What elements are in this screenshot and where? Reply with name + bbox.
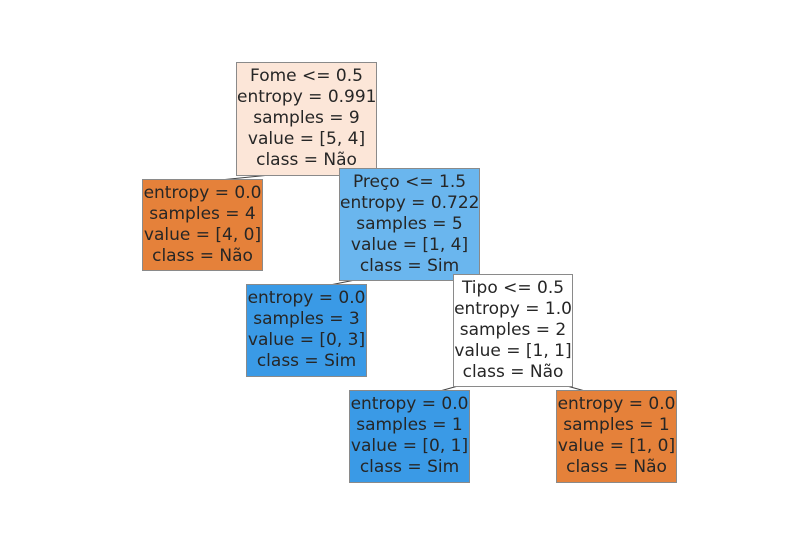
tree-node-n3: entropy = 0.0 samples = 3 value = [0, 3]… bbox=[246, 284, 367, 377]
tree-node-n1: entropy = 0.0 samples = 4 value = [4, 0]… bbox=[142, 179, 263, 271]
n6-value-label: value = [1, 0] bbox=[557, 436, 676, 456]
root-split-label: Fome <= 0.5 bbox=[250, 66, 363, 86]
n2-split-label: Preço <= 1.5 bbox=[352, 172, 467, 192]
n3-entropy-label: entropy = 0.0 bbox=[247, 288, 366, 308]
n1-samples-label: samples = 4 bbox=[149, 204, 256, 224]
n3-class-label: class = Sim bbox=[256, 351, 357, 371]
n2-samples-label: samples = 5 bbox=[356, 214, 463, 234]
n5-class-label: class = Sim bbox=[359, 457, 460, 477]
tree-node-root: Fome <= 0.5 entropy = 0.991 samples = 9 … bbox=[236, 62, 377, 176]
n1-class-label: class = Não bbox=[152, 246, 253, 266]
tree-node-n6: entropy = 0.0 samples = 1 value = [1, 0]… bbox=[556, 390, 677, 483]
n6-entropy-label: entropy = 0.0 bbox=[557, 394, 676, 414]
n5-entropy-label: entropy = 0.0 bbox=[350, 394, 469, 414]
n5-value-label: value = [0, 1] bbox=[350, 436, 469, 456]
n3-samples-label: samples = 3 bbox=[253, 309, 360, 329]
root-value-label: value = [5, 4] bbox=[247, 129, 366, 149]
tree-node-n5: entropy = 0.0 samples = 1 value = [0, 1]… bbox=[349, 390, 470, 483]
n4-entropy-label: entropy = 1.0 bbox=[454, 299, 572, 319]
root-samples-label: samples = 9 bbox=[253, 108, 360, 128]
n4-samples-label: samples = 2 bbox=[459, 320, 567, 340]
tree-node-n4: Tipo <= 0.5 entropy = 1.0 samples = 2 va… bbox=[453, 274, 573, 387]
root-entropy-label: entropy = 0.991 bbox=[237, 87, 377, 107]
n3-value-label: value = [0, 3] bbox=[247, 330, 366, 350]
n2-entropy-label: entropy = 0.722 bbox=[340, 193, 480, 213]
n2-value-label: value = [1, 4] bbox=[350, 235, 469, 255]
n6-class-label: class = Não bbox=[566, 457, 667, 477]
n4-class-label: class = Não bbox=[462, 362, 564, 382]
tree-node-n2: Preço <= 1.5 entropy = 0.722 samples = 5… bbox=[339, 168, 480, 281]
n4-split-label: Tipo <= 0.5 bbox=[461, 278, 565, 298]
n4-value-label: value = [1, 1] bbox=[454, 341, 572, 361]
n6-samples-label: samples = 1 bbox=[563, 415, 670, 435]
n5-samples-label: samples = 1 bbox=[356, 415, 463, 435]
n1-value-label: value = [4, 0] bbox=[143, 225, 262, 245]
n1-entropy-label: entropy = 0.0 bbox=[143, 183, 262, 203]
